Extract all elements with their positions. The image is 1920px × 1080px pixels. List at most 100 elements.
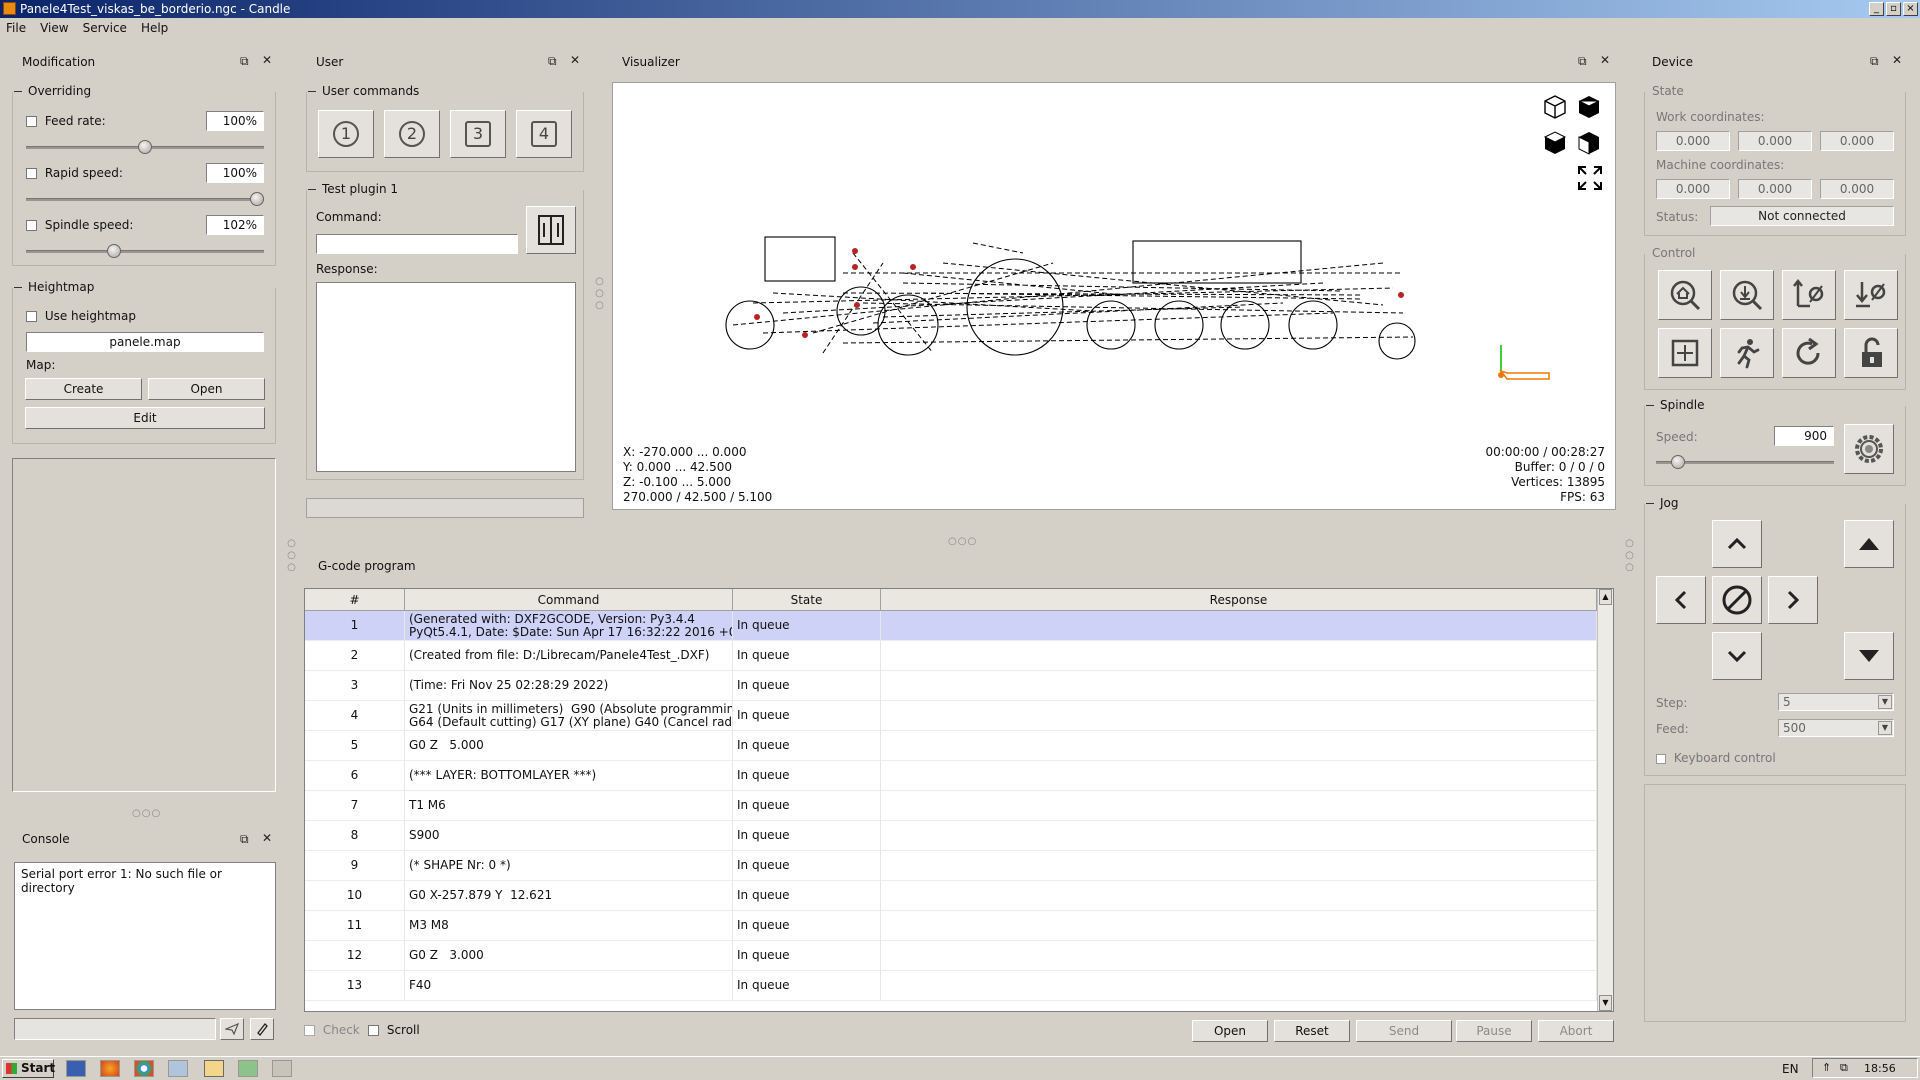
column-header-number[interactable]: #	[305, 589, 405, 610]
console-output[interactable]: Serial port error 1: No such file or dir…	[14, 862, 276, 1010]
jog-stop-button[interactable]	[1712, 576, 1762, 624]
rapid-speed-slider-knob[interactable]	[250, 192, 264, 206]
spindle-speed-field[interactable]: 900	[1774, 426, 1834, 446]
tray-arrows-icon[interactable]: ⇑	[1822, 1061, 1831, 1074]
work-z-field[interactable]: 0.000	[1820, 131, 1894, 151]
table-row[interactable]: 13 F40 In queue	[305, 971, 1597, 1001]
console-clear-button[interactable]	[250, 1018, 274, 1040]
reset-button[interactable]	[1782, 328, 1836, 378]
menu-view[interactable]: View	[40, 21, 68, 35]
table-row[interactable]: 5 G0 Z 5.000 In queue	[305, 731, 1597, 761]
jog-feed-select[interactable]: 500 ▼	[1778, 719, 1894, 737]
user-close-icon[interactable]: ✕	[570, 53, 580, 67]
column-header-state[interactable]: State	[733, 589, 881, 610]
work-y-field[interactable]: 0.000	[1738, 131, 1812, 151]
visualizer-float-icon[interactable]: ⧉	[1578, 54, 1587, 69]
heightmap-create-button[interactable]: Create	[25, 378, 142, 400]
jog-z-plus-button[interactable]	[1844, 520, 1894, 568]
user-float-icon[interactable]: ⧉	[548, 54, 557, 69]
column-header-command[interactable]: Command	[405, 589, 733, 610]
table-row[interactable]: 6 (*** LAYER: BOTTOMLAYER ***) In queue	[305, 761, 1597, 791]
jog-step-select[interactable]: 5 ▼	[1778, 693, 1894, 711]
menu-help[interactable]: Help	[141, 21, 168, 35]
file-manager-icon[interactable]	[168, 1060, 188, 1077]
user-command-1-button[interactable]: 1	[318, 110, 374, 158]
chevron-down-icon[interactable]: ▼	[1878, 695, 1892, 709]
save-app-icon[interactable]	[66, 1060, 86, 1077]
user-command-4-button[interactable]: 4	[516, 110, 572, 158]
jog-z-minus-button[interactable]	[1844, 632, 1894, 680]
device-float-icon[interactable]: ⧉	[1870, 54, 1879, 69]
scroll-down-arrow-icon[interactable]: ▼	[1599, 995, 1612, 1011]
scroll-up-arrow-icon[interactable]: ▲	[1599, 589, 1612, 605]
machine-x-field[interactable]: 0.000	[1656, 179, 1730, 199]
visualizer-canvas[interactable]: X: -270.000 ... 0.000 Y: 0.000 ... 42.50…	[612, 82, 1616, 510]
gcode-reset-button[interactable]: Reset	[1274, 1020, 1350, 1042]
close-button[interactable]: ×	[1903, 2, 1918, 16]
table-row[interactable]: 3 (Time: Fri Nov 25 02:28:29 2022) In queu…	[305, 671, 1597, 701]
heightmap-open-button[interactable]: Open	[148, 378, 265, 400]
feed-rate-input[interactable]: 100%	[206, 111, 264, 131]
jog-x-minus-button[interactable]	[1656, 576, 1706, 624]
gcode-open-button[interactable]: Open	[1192, 1020, 1268, 1042]
gcode-abort-button[interactable]: Abort	[1538, 1020, 1614, 1042]
heightmap-edit-button[interactable]: Edit	[25, 407, 265, 429]
visualizer-close-icon[interactable]: ✕	[1600, 53, 1610, 67]
console-command-input[interactable]	[14, 1018, 216, 1040]
candle-taskbar-icon[interactable]	[204, 1060, 224, 1077]
table-row[interactable]: 12 G0 Z 3.000 In queue	[305, 941, 1597, 971]
spindle-slider-knob[interactable]	[1671, 455, 1685, 469]
gcode-send-button[interactable]: Send	[1356, 1020, 1452, 1042]
terminal-icon[interactable]	[238, 1060, 258, 1077]
jog-y-plus-button[interactable]	[1712, 520, 1762, 568]
spindle-toggle-button[interactable]	[1844, 424, 1894, 474]
work-x-field[interactable]: 0.000	[1656, 131, 1730, 151]
rapid-speed-input[interactable]: 100%	[206, 163, 264, 183]
table-row[interactable]: 8 S900 In queue	[305, 821, 1597, 851]
right-vertical-splitter[interactable]: ○○○	[1624, 538, 1635, 574]
plugin-response-area[interactable]	[316, 282, 576, 472]
probe-button[interactable]	[1720, 270, 1774, 320]
restore-origin-button[interactable]	[1658, 328, 1712, 378]
table-row[interactable]: 2 (Created from file: D:/Librecam/Panele4…	[305, 641, 1597, 671]
modification-float-icon[interactable]: ⧉	[240, 54, 249, 69]
menu-service[interactable]: Service	[83, 21, 127, 35]
gcode-table-scrollbar[interactable]: ▲ ▼	[1597, 589, 1613, 1011]
jog-y-minus-button[interactable]	[1712, 632, 1762, 680]
table-row[interactable]: 1 (Generated with: DXF2GCODE, Version: Py…	[305, 611, 1597, 641]
plugin-send-button[interactable]	[526, 206, 576, 254]
fit-view-icon[interactable]	[1577, 165, 1603, 191]
table-row[interactable]: 10 G0 X-257.879 Y 12.621 In queue	[305, 881, 1597, 911]
table-row[interactable]: 11 M3 M8 In queue	[305, 911, 1597, 941]
table-row[interactable]: 7 T1 M6 In queue	[305, 791, 1597, 821]
zero-z-button[interactable]	[1844, 270, 1898, 320]
heightmap-file-field[interactable]: panele.map	[26, 332, 264, 352]
gcode-pause-button[interactable]: Pause	[1456, 1020, 1532, 1042]
rapid-speed-checkbox[interactable]	[26, 168, 37, 179]
device-close-icon[interactable]: ✕	[1892, 53, 1902, 67]
home-button[interactable]	[1658, 270, 1712, 320]
chrome-icon[interactable]	[134, 1060, 154, 1077]
feed-rate-slider-knob[interactable]	[138, 140, 152, 154]
spindle-speed-checkbox[interactable]	[26, 220, 37, 231]
visualizer-splitter-grip[interactable]: ○○○	[948, 536, 977, 547]
safe-position-button[interactable]	[1720, 328, 1774, 378]
network-icon[interactable]: ⧉	[1840, 1061, 1848, 1075]
machine-y-field[interactable]: 0.000	[1738, 179, 1812, 199]
view-cube-buttons[interactable]	[1541, 93, 1603, 161]
user-command-2-button[interactable]: 2	[384, 110, 440, 158]
table-row[interactable]: 9 (* SHAPE Nr: 0 *) In queue	[305, 851, 1597, 881]
use-heightmap-checkbox[interactable]	[26, 311, 37, 322]
keyboard-language[interactable]: EN	[1782, 1062, 1799, 1076]
spindle-speed-slider-knob[interactable]	[106, 244, 121, 258]
modification-close-icon[interactable]: ✕	[262, 53, 272, 67]
column-header-response[interactable]: Response	[881, 589, 1597, 610]
table-row[interactable]: 4 G21 (Units in millimeters) G90 (Absolut…	[305, 701, 1597, 731]
rapid-speed-slider[interactable]	[26, 198, 264, 201]
unlock-button[interactable]	[1844, 328, 1898, 378]
start-button[interactable]: Start	[2, 1059, 55, 1078]
user-command-3-button[interactable]: 3	[450, 110, 506, 158]
spindle-speed-input[interactable]: 102%	[206, 215, 264, 235]
menu-file[interactable]: File	[6, 21, 26, 35]
zero-xy-button[interactable]	[1782, 270, 1836, 320]
